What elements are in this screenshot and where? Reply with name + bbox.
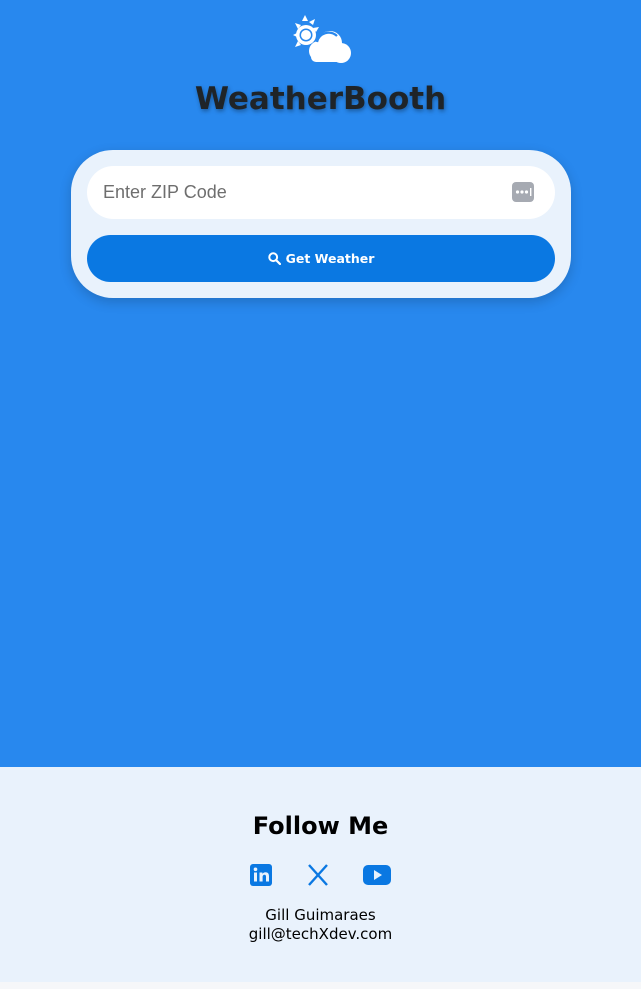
linkedin-link[interactable] [250,862,272,888]
page: WeatherBooth Get Weather [0,0,641,989]
x-link[interactable] [307,862,329,888]
password-autofill-icon[interactable] [512,182,534,202]
youtube-icon [363,865,391,885]
sun-behind-cloud-icon [293,15,351,63]
footer-bottom-strip [0,982,641,989]
app-title: WeatherBooth [194,81,447,117]
footer: Follow Me Gill Guimaraes gill@techXdev.c… [0,767,641,982]
contact-name: Gill Guimaraes [265,906,376,924]
hero-section: WeatherBooth Get Weather [0,0,641,767]
contact-email: gill@techXdev.com [248,925,393,943]
zip-code-input[interactable] [103,166,503,219]
youtube-link[interactable] [363,862,391,888]
search-card: Get Weather [71,150,571,298]
zip-field[interactable] [87,166,555,219]
follow-title: Follow Me [252,812,389,840]
search-icon [267,252,281,265]
linkedin-icon [250,864,272,886]
get-weather-label: Get Weather [285,251,375,266]
x-icon [308,864,328,886]
get-weather-button[interactable]: Get Weather [87,235,555,282]
